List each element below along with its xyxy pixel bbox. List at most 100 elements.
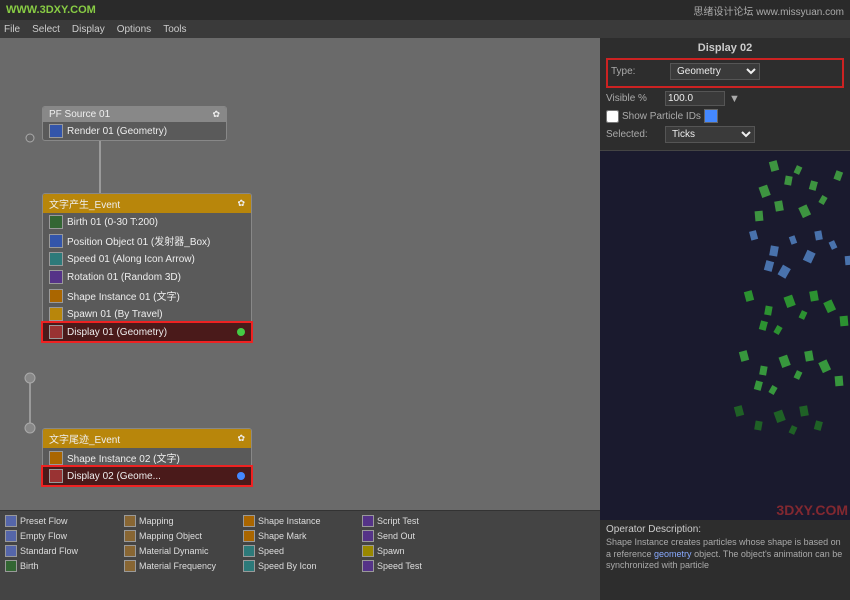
tool-preset-flow[interactable]: Preset Flow <box>3 514 121 528</box>
event1-display-row[interactable]: Display 01 (Geometry) <box>43 323 251 341</box>
event1-shape-row: Shape Instance 01 (文字) <box>43 286 251 305</box>
render-icon <box>49 124 63 138</box>
birth-label: Birth <box>20 561 39 571</box>
visible-input[interactable] <box>665 91 725 106</box>
event1-spawn-label: Spawn 01 (By Travel) <box>67 309 163 320</box>
tool-material-freq[interactable]: Material Frequency <box>122 559 240 573</box>
type-select[interactable]: Geometry Box Sphere <box>670 63 760 80</box>
tool-mapping-object[interactable]: Mapping Object <box>122 529 240 543</box>
spawn-icon <box>49 307 63 321</box>
site-logo: WWW.3DXY.COM <box>6 4 96 16</box>
event2-display-row[interactable]: Display 02 (Geome... <box>43 467 251 485</box>
tool-col-4: Script Test Send Out Spawn Speed Test <box>360 514 478 597</box>
tool-shape-instance[interactable]: Shape Instance <box>241 514 359 528</box>
event1-rotation-row: Rotation 01 (Random 3D) <box>43 268 251 286</box>
speed-by-icon-label: Speed By Icon <box>258 561 317 571</box>
shape-instance-label: Shape Instance <box>258 516 321 526</box>
site-watermark: 思绪设计论坛 www.missyuan.com <box>693 3 844 18</box>
shape-instance-icon <box>243 515 255 527</box>
logo-bottom: 3DXY.COM <box>776 502 848 518</box>
send-out-label: Send Out <box>377 531 415 541</box>
pf-source-icon: ✿ <box>212 109 220 120</box>
material-dynamic-icon <box>124 545 136 557</box>
menu-tools[interactable]: Tools <box>163 24 186 35</box>
menu-display[interactable]: Display <box>72 24 105 35</box>
rotation-icon <box>49 270 63 284</box>
show-particle-ids-checkbox[interactable] <box>606 110 619 123</box>
menu-options[interactable]: Options <box>117 24 151 35</box>
event1-rotation-label: Rotation 01 (Random 3D) <box>67 272 181 283</box>
tool-empty-flow[interactable]: Empty Flow <box>3 529 121 543</box>
send-out-icon <box>362 530 374 542</box>
mapping-object-label: Mapping Object <box>139 531 202 541</box>
node-editor: PF Source 01 ✿ Render 01 (Geometry) 文字产生… <box>0 38 600 600</box>
tool-spawn[interactable]: Spawn <box>360 544 478 558</box>
display-props-title: Display 02 <box>606 42 844 54</box>
event1-position-row: Position Object 01 (发射器_Box) <box>43 231 251 250</box>
pf-source-node[interactable]: PF Source 01 ✿ Render 01 (Geometry) <box>42 106 227 141</box>
speed-tool-icon <box>243 545 255 557</box>
tool-col-1: Preset Flow Empty Flow Standard Flow Bir… <box>3 514 121 597</box>
event2-shape-icon <box>49 451 63 465</box>
mapping-object-icon <box>124 530 136 542</box>
spawn-tool-icon <box>362 545 374 557</box>
event1-speed-row: Speed 01 (Along Icon Arrow) <box>43 250 251 268</box>
3d-viewport: 3DXY.COM <box>600 151 850 520</box>
pf-source-render-row: Render 01 (Geometry) <box>43 122 226 140</box>
tool-material-dynamic[interactable]: Material Dynamic <box>122 544 240 558</box>
script-test-icon <box>362 515 374 527</box>
tool-speed-by-icon[interactable]: Speed By Icon <box>241 559 359 573</box>
event2-shape-row: Shape Instance 02 (文字) <box>43 448 251 467</box>
birth-tool-icon <box>5 560 17 572</box>
operator-description: Operator Description: Shape Instance cre… <box>600 520 850 600</box>
display01-icon <box>49 325 63 339</box>
display-properties: Display 02 Type: Geometry Box Sphere Vis… <box>600 38 850 151</box>
menu-select[interactable]: Select <box>32 24 60 35</box>
shape-icon <box>49 289 63 303</box>
event1-display-label: Display 01 (Geometry) <box>67 327 167 338</box>
event2-display-connector <box>237 472 245 480</box>
visible-prop-row: Visible % ▼ <box>606 91 844 106</box>
material-dynamic-label: Material Dynamic <box>139 546 209 556</box>
event2-node[interactable]: 文字尾迹_Event ✿ Shape Instance 02 (文字) Disp… <box>42 428 252 486</box>
event1-title: 文字产生_Event <box>49 196 120 211</box>
tool-standard-flow[interactable]: Standard Flow <box>3 544 121 558</box>
shape-mark-label: Shape Mark <box>258 531 307 541</box>
tool-speed[interactable]: Speed <box>241 544 359 558</box>
tool-birth[interactable]: Birth <box>3 559 121 573</box>
event1-birth-row: Birth 01 (0-30 T:200) <box>43 213 251 231</box>
main-layout: PF Source 01 ✿ Render 01 (Geometry) 文字产生… <box>0 38 850 600</box>
speed-icon <box>49 252 63 266</box>
selected-select[interactable]: Ticks Dots Crosses <box>665 126 755 143</box>
tool-col-5 <box>479 514 597 597</box>
preset-flow-label: Preset Flow <box>20 516 68 526</box>
tool-mapping[interactable]: Mapping <box>122 514 240 528</box>
event1-icon: ✿ <box>237 198 245 209</box>
tool-col-2: Mapping Mapping Object Material Dynamic … <box>122 514 240 597</box>
bottom-toolbar: Preset Flow Empty Flow Standard Flow Bir… <box>0 510 600 600</box>
spawn-label: Spawn <box>377 546 405 556</box>
tool-script-test[interactable]: Script Test <box>360 514 478 528</box>
color-swatch[interactable] <box>704 109 718 123</box>
event1-spawn-row: Spawn 01 (By Travel) <box>43 305 251 323</box>
shape-mark-icon <box>243 530 255 542</box>
tool-col-3: Shape Instance Shape Mark Speed Speed By… <box>241 514 359 597</box>
menu-file[interactable]: File <box>4 24 20 35</box>
mapping-label: Mapping <box>139 516 174 526</box>
right-panel: Display 02 Type: Geometry Box Sphere Vis… <box>600 38 850 600</box>
event1-position-label: Position Object 01 (发射器_Box) <box>67 233 210 248</box>
event1-node[interactable]: 文字产生_Event ✿ Birth 01 (0-30 T:200) Posit… <box>42 193 252 342</box>
pf-source-header: PF Source 01 ✿ <box>43 107 226 122</box>
op-highlight-geometry: geometry <box>654 549 692 559</box>
top-bar: WWW.3DXY.COM 思绪设计论坛 www.missyuan.com <box>0 0 850 20</box>
op-description-text: Shape Instance creates particles whose s… <box>606 537 844 572</box>
tool-send-out[interactable]: Send Out <box>360 529 478 543</box>
display02-icon <box>49 469 63 483</box>
event1-header: 文字产生_Event ✿ <box>43 194 251 213</box>
tool-speed-test[interactable]: Speed Test <box>360 559 478 573</box>
position-icon <box>49 234 63 248</box>
event1-speed-label: Speed 01 (Along Icon Arrow) <box>67 254 195 265</box>
tool-shape-mark[interactable]: Shape Mark <box>241 529 359 543</box>
visible-dropdown-icon[interactable]: ▼ <box>729 93 740 105</box>
event1-shape-label: Shape Instance 01 (文字) <box>67 288 180 303</box>
